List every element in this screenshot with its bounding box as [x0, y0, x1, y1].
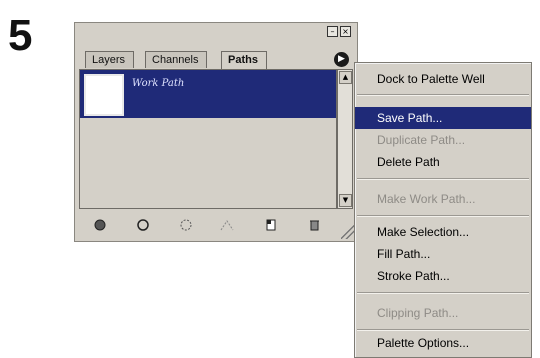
- menu-item-fill-path[interactable]: Fill Path...: [355, 243, 531, 265]
- paths-list: Work Path: [79, 69, 337, 209]
- palette-menu-arrow-icon[interactable]: ▶: [334, 52, 349, 67]
- menu-separator: [357, 215, 529, 217]
- palette-tabbar: Layers Channels Paths ▶: [83, 51, 351, 69]
- scroll-down-icon[interactable]: ▼: [339, 194, 352, 207]
- menu-item-make-selection[interactable]: Make Selection...: [355, 221, 531, 243]
- fill-path-icon[interactable]: [92, 217, 108, 233]
- menu-item-palette-options[interactable]: Palette Options...: [355, 332, 531, 354]
- step-number: 5: [8, 11, 33, 60]
- menu-separator: [357, 329, 529, 331]
- path-thumbnail: [84, 74, 124, 116]
- tab-layers[interactable]: Layers: [85, 51, 135, 68]
- make-work-path-icon[interactable]: [220, 217, 236, 233]
- menu-item-stroke-path[interactable]: Stroke Path...: [355, 265, 531, 287]
- tab-channels[interactable]: Channels: [145, 51, 208, 68]
- palette-flyout-menu: Dock to Palette Well Save Path... Duplic…: [354, 62, 532, 358]
- paths-palette: – × Layers Channels Paths ▶ Work Path ▲ …: [74, 22, 358, 242]
- menu-separator: [357, 292, 529, 294]
- close-icon[interactable]: ×: [340, 26, 351, 37]
- menu-item-duplicate-path[interactable]: Duplicate Path...: [355, 129, 531, 151]
- trash-icon[interactable]: [306, 217, 322, 233]
- scroll-up-icon[interactable]: ▲: [339, 71, 352, 84]
- menu-item-make-work-path[interactable]: Make Work Path...: [355, 188, 531, 210]
- window-controls: – ×: [327, 26, 351, 37]
- resize-grip-icon[interactable]: [341, 225, 355, 239]
- paths-scrollbar[interactable]: ▲ ▼: [337, 69, 353, 209]
- minimize-icon[interactable]: –: [327, 26, 338, 37]
- paths-bottom-toolbar: [79, 215, 335, 235]
- menu-item-save-path[interactable]: Save Path...: [355, 107, 531, 129]
- menu-item-dock-to-palette-well[interactable]: Dock to Palette Well: [355, 68, 531, 90]
- menu-item-clipping-path[interactable]: Clipping Path...: [355, 302, 531, 324]
- load-selection-icon[interactable]: [178, 217, 194, 233]
- path-name: Work Path: [132, 78, 185, 89]
- tab-paths[interactable]: Paths: [221, 51, 267, 69]
- new-path-icon[interactable]: [263, 217, 279, 233]
- menu-item-delete-path[interactable]: Delete Path: [355, 151, 531, 173]
- path-row-work-path[interactable]: Work Path: [80, 70, 336, 118]
- menu-separator: [357, 94, 529, 96]
- stroke-path-icon[interactable]: [135, 217, 151, 233]
- menu-separator: [357, 178, 529, 180]
